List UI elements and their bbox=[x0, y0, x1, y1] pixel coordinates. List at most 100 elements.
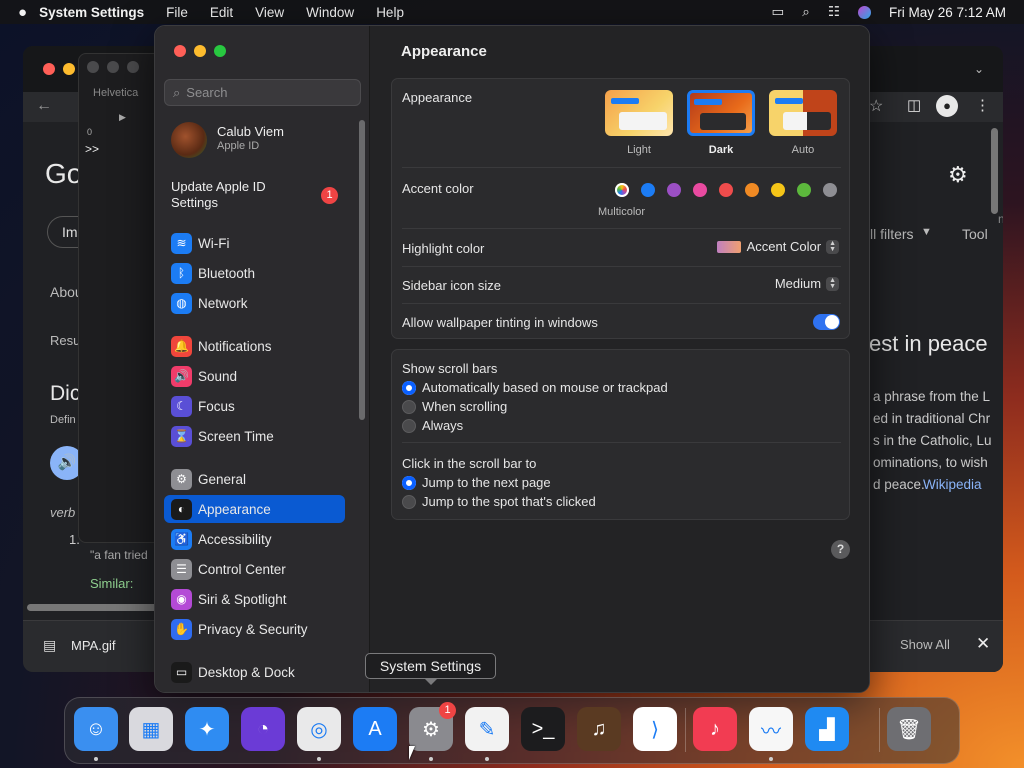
highlight-color-popup[interactable]: Accent Color ▲ ▼ bbox=[716, 239, 839, 254]
sidebar-item-screen-time[interactable]: ⌛ Screen Time bbox=[164, 422, 345, 450]
hourglass-icon: ⌛ bbox=[171, 425, 192, 447]
firefox-icon[interactable]: ◔ bbox=[241, 707, 285, 751]
menu-clock[interactable]: Fri May 26 7:12 AM bbox=[889, 5, 1006, 20]
siri-icon[interactable] bbox=[857, 5, 871, 19]
accent-color-label: Accent color bbox=[402, 181, 474, 196]
terminal-icon[interactable]: >_ bbox=[521, 707, 565, 751]
chevron-down-icon[interactable]: ⌄ bbox=[974, 62, 984, 76]
page-scrollbar[interactable] bbox=[991, 128, 998, 214]
horizontal-scrollbar[interactable] bbox=[27, 604, 167, 611]
sidebar-toggle-icon[interactable]: ◫ bbox=[907, 96, 921, 114]
garageband-icon[interactable]: ♫ bbox=[577, 707, 621, 751]
search-icon[interactable]: ⌕ bbox=[802, 4, 810, 20]
search-input[interactable] bbox=[186, 85, 347, 100]
sidebar-icon-size-value: Medium bbox=[774, 276, 822, 291]
show-all-button[interactable]: Show All bbox=[900, 637, 950, 652]
accent-swatch-8[interactable] bbox=[823, 183, 837, 197]
sidebar-item-wi-fi[interactable]: ≋ Wi-Fi bbox=[164, 229, 345, 257]
download-file-name[interactable]: MPA.gif bbox=[71, 638, 116, 653]
textedit-icon[interactable]: ✎ bbox=[465, 707, 509, 751]
sidebar-item-general[interactable]: ⚙ General bbox=[164, 465, 345, 493]
sidebar-scrollbar[interactable] bbox=[359, 120, 365, 420]
accent-swatch-2[interactable] bbox=[667, 183, 681, 197]
sidebar-item-accessibility[interactable]: ♿ Accessibility bbox=[164, 525, 345, 553]
scroll-option-always[interactable]: Always bbox=[402, 418, 463, 433]
all-filters-partial[interactable]: ll filters bbox=[870, 226, 914, 242]
search-field[interactable]: ⌕ bbox=[164, 79, 361, 106]
minimize-button[interactable] bbox=[194, 45, 206, 57]
theme-dark-option[interactable] bbox=[687, 90, 755, 136]
sidebar-item-siri-spotlight[interactable]: ◉ Siri & Spotlight bbox=[164, 585, 345, 613]
chrome-icon[interactable]: ◎ bbox=[297, 707, 341, 751]
menu-window[interactable]: Window bbox=[295, 5, 365, 20]
sidebar-item-notifications[interactable]: 🔔 Notifications bbox=[164, 332, 345, 360]
safari-icon[interactable]: ✦ bbox=[185, 707, 229, 751]
click-option-next-page[interactable]: Jump to the next page bbox=[402, 475, 551, 490]
accent-swatch-6[interactable] bbox=[771, 183, 785, 197]
sidebar-item-network[interactable]: ◍ Network bbox=[164, 289, 345, 317]
accent-multicolor-swatch[interactable] bbox=[615, 183, 629, 197]
music-icon[interactable]: ♪ bbox=[693, 707, 737, 751]
close-button[interactable] bbox=[174, 45, 186, 57]
settings-gear-icon[interactable]: ⚙ bbox=[948, 162, 968, 188]
close-icon[interactable]: ✕ bbox=[976, 634, 990, 654]
sidebar-item-focus[interactable]: ☾ Focus bbox=[164, 392, 345, 420]
sidebar-item-desktop-dock[interactable]: ▭ Desktop & Dock bbox=[164, 658, 345, 686]
sidebar-icon-size-label: Sidebar icon size bbox=[402, 278, 501, 293]
profile-icon[interactable]: ● bbox=[936, 95, 958, 117]
apple-menu-icon[interactable]: ● bbox=[0, 4, 35, 21]
accent-swatch-7[interactable] bbox=[797, 183, 811, 197]
menu-help[interactable]: Help bbox=[365, 5, 415, 20]
radio-selected-icon bbox=[402, 380, 416, 395]
menu-edit[interactable]: Edit bbox=[199, 5, 244, 20]
appearance-label: Appearance bbox=[402, 90, 473, 105]
bookmark-star-icon[interactable]: ☆ bbox=[869, 96, 883, 116]
accent-swatch-5[interactable] bbox=[745, 183, 759, 197]
vscode-icon[interactable]: ⟩ bbox=[633, 707, 677, 751]
tools-partial[interactable]: Tool bbox=[962, 226, 988, 242]
menu-view[interactable]: View bbox=[244, 5, 295, 20]
update-apple-id-row[interactable]: Update Apple ID Settings 1 bbox=[171, 179, 351, 215]
browser-close-button[interactable] bbox=[43, 63, 55, 75]
control-center-icon[interactable]: ☷ bbox=[828, 4, 840, 20]
sidebar-item-sound[interactable]: 🔊 Sound bbox=[164, 362, 345, 390]
accent-swatch-1[interactable] bbox=[641, 183, 655, 197]
screen-mirroring-icon[interactable]: ▭ bbox=[772, 4, 785, 20]
sidebar-icon-size-popup[interactable]: Medium ▲ ▼ bbox=[775, 276, 839, 291]
help-button[interactable]: ? bbox=[831, 540, 850, 559]
notification-badge: 1 bbox=[321, 187, 338, 204]
freeform-icon[interactable]: 〰 bbox=[749, 707, 793, 751]
back-arrow-icon[interactable]: ← bbox=[36, 97, 52, 115]
menu-app-name[interactable]: System Settings bbox=[35, 5, 155, 20]
finder-icon[interactable]: ☺ bbox=[74, 707, 118, 751]
accent-swatch-3[interactable] bbox=[693, 183, 707, 197]
sidebar-item-label: Desktop & Dock bbox=[198, 664, 295, 680]
editor-close-button[interactable] bbox=[87, 61, 99, 73]
keynote-icon[interactable]: ▟ bbox=[805, 707, 849, 751]
sidebar-item-control-center[interactable]: ☰ Control Center bbox=[164, 555, 345, 583]
launchpad-icon[interactable]: ▦ bbox=[129, 707, 173, 751]
browser-minimize-button[interactable] bbox=[63, 63, 75, 75]
scroll-option-automatic[interactable]: Automatically based on mouse or trackpad bbox=[402, 380, 668, 395]
menu-file[interactable]: File bbox=[155, 5, 199, 20]
wikipedia-link[interactable]: Wikipedia bbox=[923, 477, 982, 492]
theme-light-option[interactable] bbox=[605, 90, 673, 136]
scroll-option-when-scrolling[interactable]: When scrolling bbox=[402, 399, 507, 414]
accent-swatch-4[interactable] bbox=[719, 183, 733, 197]
sidebar-item-privacy-security[interactable]: ✋ Privacy & Security bbox=[164, 615, 345, 643]
zoom-button[interactable] bbox=[214, 45, 226, 57]
sidebar-item-appearance[interactable]: ◐ Appearance bbox=[164, 495, 345, 523]
editor-minimize-button[interactable] bbox=[107, 61, 119, 73]
font-selector[interactable]: Helvetica bbox=[93, 87, 138, 99]
trash-icon[interactable]: 🗑 bbox=[887, 707, 931, 751]
wallpaper-tinting-toggle[interactable] bbox=[813, 314, 840, 330]
app-store-icon[interactable]: A bbox=[353, 707, 397, 751]
sidebar-item-bluetooth[interactable]: ᛒ Bluetooth bbox=[164, 259, 345, 287]
editor-zoom-button[interactable] bbox=[127, 61, 139, 73]
apple-id-row[interactable]: Calub Viem Apple ID bbox=[171, 120, 351, 160]
system-settings-window[interactable]: ⌕ Calub Viem Apple ID Update Apple ID Se… bbox=[154, 25, 870, 693]
sidebar-item-label: Notifications bbox=[198, 338, 272, 354]
kebab-menu-icon[interactable]: ⋮ bbox=[975, 96, 990, 114]
click-option-spot-clicked[interactable]: Jump to the spot that's clicked bbox=[402, 494, 596, 509]
theme-auto-option[interactable] bbox=[769, 90, 837, 136]
